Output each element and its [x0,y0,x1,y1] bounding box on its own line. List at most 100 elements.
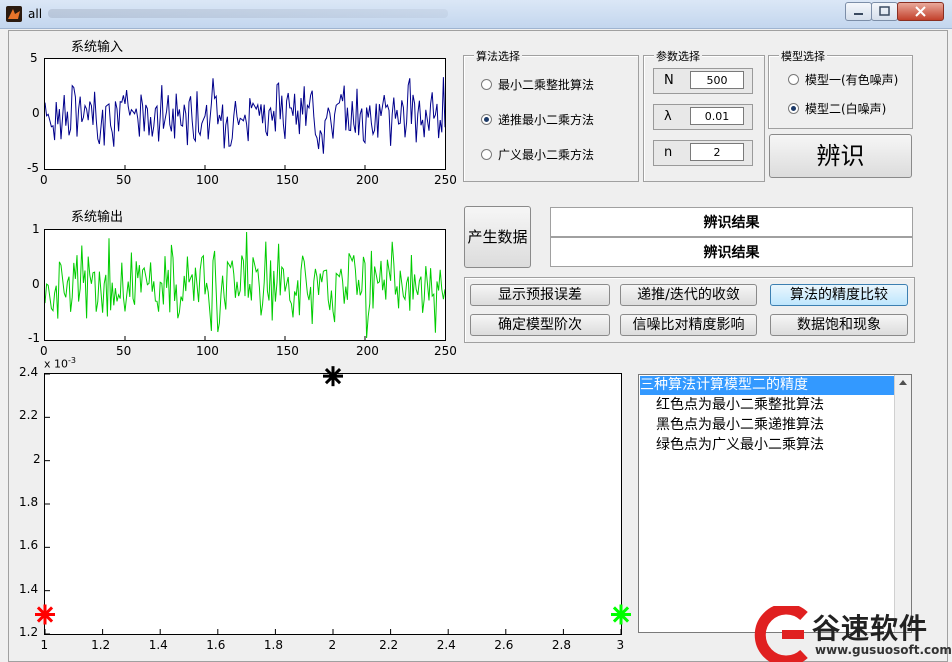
param-n: n 2 [653,140,753,166]
asterisk-marker [35,604,55,625]
accuracy-plot-axes [35,366,631,635]
radio-batch-ls[interactable]: 最小二乘整批算法 [481,76,594,93]
accuracy-xtick: 2.2 [379,638,399,652]
accuracy-ytick: 2.2 [19,408,39,423]
input-xtick: 150 [276,173,299,187]
accuracy-xtick: 1.6 [206,638,226,652]
maximize-button[interactable] [871,2,898,21]
asterisk-marker [611,604,631,625]
input-ytick: 5 [30,51,38,65]
param-group-title: 参数选择 [654,48,702,64]
radio-label: 递推最小二乘方法 [498,113,595,127]
accuracy-xtick: 1.2 [91,638,111,652]
param-N-input[interactable]: 500 [690,71,744,89]
param-lambda: λ 0.01 [653,104,753,130]
accuracy-ytick: 2 [33,451,41,466]
accuracy-ytick: 2.4 [19,365,39,379]
output-ytick: 0 [32,277,40,291]
data-saturation-button[interactable]: 数据饱和现象 [770,314,908,336]
identify-button[interactable]: 辨识 [769,134,912,178]
input-plot-title: 系统输入 [71,40,124,55]
input-plot-axes [44,58,446,170]
radio-model-colored-noise[interactable]: 模型一(有色噪声) [788,71,898,88]
radio-indicator-selected [481,114,492,125]
radio-indicator [481,79,492,90]
input-ytick: -5 [27,161,39,175]
algorithm-group-title: 算法选择 [474,48,522,64]
input-xtick: 200 [356,173,379,187]
model-group: 模型选择 模型一(有色噪声) 模型二(白噪声) [768,48,913,129]
output-plot-title: 系统输出 [71,210,124,225]
listbox-scrollbar[interactable] [894,375,911,632]
accuracy-xtick: 2.4 [436,638,456,652]
signal-trace [44,77,446,154]
accuracy-compare-button[interactable]: 算法的精度比较 [770,284,908,306]
radio-indicator [481,149,492,160]
title-bar: all [0,0,952,29]
radio-label: 模型二(白噪声) [805,102,887,116]
output-signal-line [44,231,446,340]
list-item-selected[interactable]: 三种算法计算模型二的精度 [640,376,895,395]
output-plot-axes [44,229,446,341]
param-label: N [664,73,674,88]
radio-label: 模型一(有色噪声) [805,73,899,87]
radio-label: 最小二乘整批算法 [498,78,595,92]
accuracy-xtick: 2 [328,638,337,652]
input-xtick: 250 [434,173,457,187]
output-xtick: 50 [116,344,132,358]
accuracy-xtick: 2.8 [551,638,571,652]
param-n-input[interactable]: 2 [690,143,744,161]
param-N: N 500 [653,68,753,94]
result-text-1: 辨识结果 [550,207,913,237]
accuracy-ytick: 1.4 [19,581,39,596]
output-xtick: 200 [356,344,379,358]
signal-trace [44,231,446,339]
model-group-title: 模型选择 [779,48,827,64]
accuracy-scatter [35,366,631,635]
matlab-icon [6,6,22,22]
param-label: n [664,145,673,160]
asterisk-marker [323,366,343,387]
param-label: λ [664,109,672,124]
accuracy-xtick: 3 [616,638,625,652]
snr-effect-button[interactable]: 信噪比对精度影响 [620,314,757,336]
list-item[interactable]: 黑色点为最小二乘递推算法 [656,416,824,435]
output-xtick: 150 [276,344,299,358]
list-item[interactable]: 绿色点为广义最小二乘算法 [656,436,824,455]
info-listbox[interactable]: 三种算法计算模型二的精度 红色点为最小二乘整批算法 黑色点为最小二乘递推算法 绿… [638,374,912,633]
accuracy-ytick: 1.2 [19,625,39,639]
result-text-2: 辨识结果 [550,237,913,267]
algorithm-group: 算法选择 最小二乘整批算法 递推最小二乘方法 广义最小二乘方法 [463,48,639,182]
output-xtick: 250 [434,344,457,358]
show-prediction-error-button[interactable]: 显示预报误差 [470,284,610,306]
watermark-logo [754,606,808,662]
output-ytick: -1 [28,331,40,345]
accuracy-ytick: 1.6 [19,538,39,553]
radio-indicator [788,74,799,85]
input-xtick: 0 [40,173,48,187]
input-signal-line [44,77,446,169]
param-lambda-input[interactable]: 0.01 [690,107,744,125]
input-ytick: 0 [32,106,40,120]
radio-generalized-ls[interactable]: 广义最小二乘方法 [481,146,594,163]
window-title-blurred [48,9,448,18]
accuracy-xtick: 1 [40,638,49,652]
watermark-text: 谷速软件 [812,612,929,645]
radio-indicator-selected [788,103,799,114]
y-exponent-label: x 10-3 [44,356,76,371]
close-button[interactable] [897,2,944,21]
convergence-button[interactable]: 递推/迭代的收敛 [620,284,757,306]
model-order-button[interactable]: 确定模型阶次 [470,314,610,336]
minimize-button[interactable] [845,2,872,21]
list-item[interactable]: 红色点为最小二乘整批算法 [656,396,824,415]
output-xtick: 100 [196,344,219,358]
generate-data-button[interactable]: 产生数据 [464,206,531,268]
input-xtick: 100 [196,173,219,187]
accuracy-ytick: 1.8 [19,495,39,509]
window-title: all [28,7,43,21]
radio-model-white-noise[interactable]: 模型二(白噪声) [788,100,886,117]
scroll-up-arrow-icon[interactable] [895,375,911,389]
accuracy-xtick: 2.6 [494,638,514,652]
radio-recursive-ls[interactable]: 递推最小二乘方法 [481,111,594,128]
radio-label: 广义最小二乘方法 [498,148,595,162]
